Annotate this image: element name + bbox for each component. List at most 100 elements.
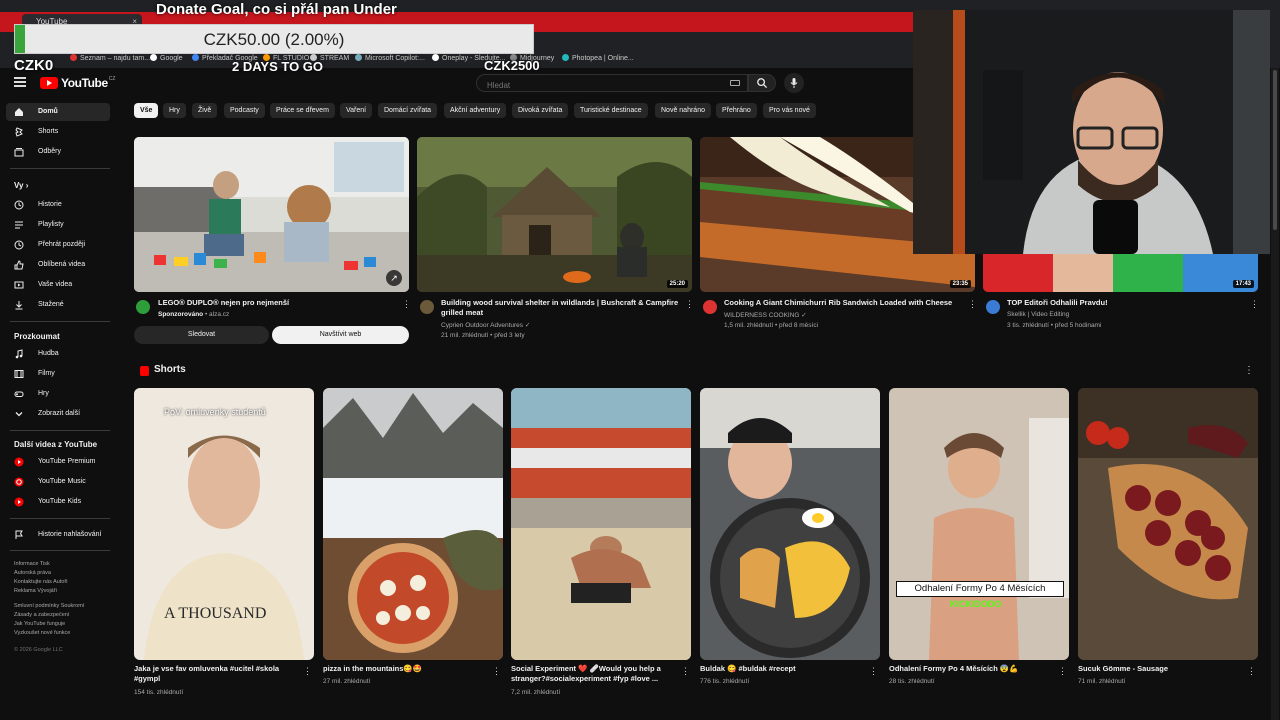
chip[interactable]: Hry xyxy=(163,103,186,118)
chip[interactable]: Turistické destinace xyxy=(574,103,648,118)
sidebar-item-liked-videos[interactable]: Oblíbená videa xyxy=(6,256,110,274)
search-input[interactable] xyxy=(477,77,747,94)
short-thumbnail[interactable] xyxy=(511,388,691,660)
menu-icon[interactable] xyxy=(14,77,26,87)
chip[interactable]: Pro vás nové xyxy=(763,103,816,118)
scrollbar-thumb[interactable] xyxy=(1273,70,1277,230)
bookmark-icon xyxy=(192,54,199,61)
footer-links[interactable]: Reklama Vývojáři xyxy=(14,588,57,594)
bookmark-icon xyxy=(70,54,77,61)
short-title[interactable]: Buldak 😋 #buldak #recept xyxy=(700,664,864,674)
chip[interactable]: Práce se dřevem xyxy=(270,103,335,118)
sidebar-item-your-videos[interactable]: Vaše videa xyxy=(6,276,110,294)
visit-website-button[interactable]: Navštívit web xyxy=(272,326,409,344)
video-thumbnail[interactable]: 25:20 xyxy=(417,137,692,292)
sidebar-item-youtube-kids[interactable]: YouTube Kids xyxy=(6,493,110,511)
footer-links[interactable]: Zásady a zabezpečení xyxy=(14,612,69,618)
sidebar-item-report-history[interactable]: Historie nahlašování xyxy=(6,526,110,544)
short-views: 776 tis. zhlédnutí xyxy=(700,678,750,685)
chip[interactable]: Akční adventury xyxy=(444,103,507,118)
more-options-icon[interactable]: ⋮ xyxy=(1247,666,1256,677)
sidebar-item-subscriptions[interactable]: Odběry xyxy=(6,143,110,161)
like-icon xyxy=(14,260,24,270)
sidebar-item-history[interactable]: Historie xyxy=(6,196,110,214)
sidebar-item-label: Playlisty xyxy=(38,221,64,228)
chip[interactable]: Vaření xyxy=(340,103,373,118)
footer-links[interactable]: Jak YouTube funguje xyxy=(14,621,65,627)
short-title[interactable]: Social Experiment ❤️ 🩹Would you help a s… xyxy=(511,664,675,684)
youtube-play-icon xyxy=(40,77,58,89)
video-title[interactable]: Building wood survival shelter in wildla… xyxy=(441,298,681,318)
channel-avatar[interactable] xyxy=(136,300,150,314)
sidebar-divider xyxy=(10,430,110,431)
short-thumbnail[interactable] xyxy=(323,388,503,660)
sidebar-item-home[interactable]: Domů xyxy=(6,103,110,121)
channel-name[interactable]: WILDERNESS COOKING ✓ xyxy=(724,311,807,319)
bookmark-item[interactable]: Microsoft Copilot:... xyxy=(355,54,425,62)
sidebar-item-show-more[interactable]: Zobrazit další xyxy=(6,405,110,423)
sidebar-item-watch-later[interactable]: Přehrát později xyxy=(6,236,110,254)
chip[interactable]: Podcasty xyxy=(224,103,265,118)
chip[interactable]: Divoká zvířata xyxy=(512,103,569,118)
video-title[interactable]: LEGO® DUPLO® nejen pro nejmenší xyxy=(158,298,398,308)
chip-all[interactable]: Vše xyxy=(134,103,159,118)
more-options-icon[interactable]: ⋮ xyxy=(685,299,694,309)
chevron-right-icon: › xyxy=(25,181,29,190)
footer-links[interactable]: Informace Tisk xyxy=(14,561,50,567)
search-box[interactable] xyxy=(476,74,748,94)
bookmark-item[interactable]: Seznam – najdu tam... xyxy=(70,54,150,62)
footer-links[interactable]: Kontaktujte nás Autoři xyxy=(14,579,68,585)
sidebar-item-playlists[interactable]: Playlisty xyxy=(6,216,110,234)
channel-avatar[interactable] xyxy=(703,300,717,314)
video-title[interactable]: Cooking A Giant Chimichurri Rib Sandwich… xyxy=(724,298,964,308)
sidebar-item-downloads[interactable]: Stažené xyxy=(6,296,110,314)
channel-name[interactable]: Cyprien Outdoor Adventures ✓ xyxy=(441,321,530,329)
video-meta: 21 mil. zhlédnutí • před 3 lety xyxy=(441,332,525,339)
footer-links[interactable]: Smluvní podmínky Soukromí xyxy=(14,603,84,609)
more-options-icon[interactable]: ⋮ xyxy=(968,299,977,309)
youtube-logo[interactable]: YouTube CZ xyxy=(40,76,115,90)
bookmark-item[interactable]: Google xyxy=(150,54,183,62)
short-title[interactable]: Jaka je vse fav omluvenka #ucitel #skola… xyxy=(134,664,298,684)
sidebar-item-shorts[interactable]: Shorts xyxy=(6,123,110,141)
chip[interactable]: Přehráno xyxy=(716,103,757,118)
chip[interactable]: Živě xyxy=(192,103,218,118)
chip[interactable]: Nově nahráno xyxy=(655,103,711,118)
more-options-icon[interactable]: ⋮ xyxy=(303,666,312,677)
channel-avatar[interactable] xyxy=(420,300,434,314)
watch-ad-button[interactable]: Sledovat xyxy=(134,326,269,344)
search-button[interactable] xyxy=(748,74,776,92)
sidebar-item-youtube-music[interactable]: YouTube Music xyxy=(6,473,110,491)
more-options-icon[interactable]: ⋮ xyxy=(1058,666,1067,677)
footer-links[interactable]: Vyzkoušet nové funkce xyxy=(14,630,70,636)
sidebar-item-films[interactable]: Filmy xyxy=(6,365,110,383)
more-options-icon[interactable]: ⋮ xyxy=(402,299,411,309)
short-thumbnail[interactable] xyxy=(889,388,1069,660)
more-options-icon[interactable]: ⋮ xyxy=(492,666,501,677)
short-title[interactable]: Sucuk Gömme - Sausage xyxy=(1078,664,1242,674)
bookmark-item[interactable]: Photopea | Online... xyxy=(562,54,634,62)
short-thumbnail[interactable] xyxy=(700,388,880,660)
more-options-icon[interactable]: ⋮ xyxy=(869,666,878,677)
external-link-icon[interactable]: ↗ xyxy=(386,270,402,286)
sidebar-item-youtube-premium[interactable]: YouTube Premium xyxy=(6,453,110,471)
more-options-icon[interactable]: ⋮ xyxy=(1250,299,1259,309)
chip[interactable]: Domácí zvířata xyxy=(378,103,438,118)
sidebar-you-heading[interactable]: Vy › xyxy=(14,181,28,190)
channel-avatar[interactable] xyxy=(986,300,1000,314)
keyboard-icon[interactable] xyxy=(730,80,740,86)
voice-search-button[interactable] xyxy=(784,73,804,93)
footer-links[interactable]: Autorská práva xyxy=(14,570,51,576)
short-thumbnail[interactable] xyxy=(1078,388,1258,660)
video-thumbnail[interactable] xyxy=(134,137,409,292)
sidebar-item-music[interactable]: Hudba xyxy=(6,345,110,363)
more-options-icon[interactable]: ⋮ xyxy=(681,666,690,677)
more-options-icon[interactable]: ⋮ xyxy=(1244,365,1254,376)
channel-name[interactable]: Skellik | Video Editing xyxy=(1007,311,1069,318)
video-title[interactable]: TOP Editoři Odhalili Pravdu! xyxy=(1007,298,1247,308)
short-thumbnail[interactable]: A THOUSAND xyxy=(134,388,314,660)
short-title[interactable]: Odhalení Formy Po 4 Měsících 😨💪 xyxy=(889,664,1053,674)
short-title[interactable]: pizza in the mountains😋🤩 xyxy=(323,664,487,674)
sidebar-item-games[interactable]: Hry xyxy=(6,385,110,403)
home-icon xyxy=(15,108,23,116)
